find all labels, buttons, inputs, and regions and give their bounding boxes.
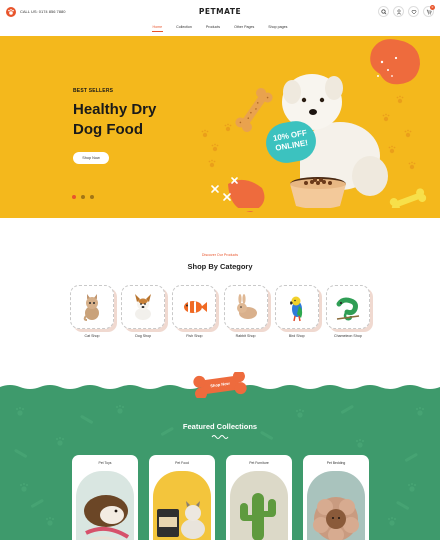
hero-title: Healthy Dry Dog Food (73, 100, 156, 140)
main-nav: Home Collection Products Other Pages Sho… (0, 25, 440, 32)
heart-icon[interactable] (408, 6, 419, 17)
category-dog[interactable]: Dog Shop (121, 285, 166, 338)
collection-cards: Pet Toys Pet Food Pet Furniture Pet Bedd… (72, 455, 369, 540)
pet-bedding-image (307, 471, 365, 540)
slider-dot[interactable] (90, 195, 94, 199)
rabbit-icon (236, 294, 257, 319)
cart-count-badge: 0 (430, 5, 435, 10)
collection-card-label: Pet Toys (98, 461, 112, 465)
site-header: CALL US: 0174 856 7880 PETMATE Home Coll… (0, 0, 440, 36)
brand-logo[interactable]: PETMATE (0, 7, 440, 16)
dog-icon (135, 294, 152, 320)
category-fish[interactable]: Fish Shop (172, 285, 217, 338)
category-rabbit-card[interactable] (223, 285, 268, 329)
category-rabbit[interactable]: Rabbit Shop (223, 285, 268, 338)
collection-card[interactable]: Pet Bedding (303, 455, 369, 540)
food-bowl (290, 177, 346, 209)
bird-icon (289, 296, 302, 322)
pet-toys-image (76, 471, 134, 540)
chameleon-icon (336, 297, 360, 321)
slider-dot[interactable] (72, 195, 76, 199)
category-cat[interactable]: Cat Shop (70, 285, 114, 338)
category-label: Dog Shop (135, 334, 152, 338)
category-chameleon-card[interactable] (325, 285, 370, 329)
category-bird-card[interactable] (274, 285, 319, 329)
collection-card[interactable]: Pet Toys (72, 455, 138, 540)
category-title: Shop By Category (187, 262, 253, 271)
category-label: Chameleon Shop (334, 334, 362, 338)
nav-collection[interactable]: Collection (176, 25, 192, 29)
title-squiggle-icon (211, 435, 229, 439)
cart-icon[interactable]: 0 (423, 5, 435, 17)
collection-card[interactable]: Pet Food (149, 455, 215, 540)
category-cat-card[interactable] (70, 285, 114, 329)
search-icon[interactable] (378, 6, 389, 17)
collection-card-label: Pet Bedding (326, 461, 346, 465)
pet-furniture-image (230, 471, 288, 540)
category-label: Cat Shop (84, 334, 100, 338)
shop-now-button[interactable]: Shop Now (73, 152, 109, 164)
category-fish-card[interactable] (172, 285, 217, 329)
category-label: Fish Shop (186, 334, 203, 338)
cat-icon (83, 294, 99, 321)
collection-card-label: Pet Furniture (249, 461, 269, 465)
hero-title-line2: Dog Food (73, 121, 143, 138)
hero-banner: BEST SELLERS Healthy Dry Dog Food Shop N… (0, 36, 440, 218)
collection-card[interactable]: Pet Furniture (226, 455, 292, 540)
fish-icon (184, 301, 208, 313)
nav-products[interactable]: Products (206, 25, 220, 29)
hero-wave-divider (0, 208, 440, 217)
collection-card-label: Pet Food (175, 461, 189, 465)
user-icon[interactable] (393, 6, 404, 17)
category-bird[interactable]: Bird Shop (274, 285, 319, 338)
hero-title-line1: Healthy Dry (73, 101, 157, 118)
hero-artwork (201, 39, 427, 212)
header-actions: 0 (378, 5, 435, 17)
category-label: Rabbit Shop (235, 334, 256, 338)
hero-eyebrow: BEST SELLERS (73, 88, 114, 94)
category-list: Cat Shop Dog Shop Fish Shop Rabbit Shop … (70, 285, 370, 338)
slider-dots (72, 195, 94, 199)
orange-blob-shape (370, 39, 420, 85)
nav-other-pages[interactable]: Other Pages (234, 25, 254, 29)
nav-shop-pages[interactable]: Shop pages (268, 25, 287, 29)
category-dog-card[interactable] (121, 285, 166, 329)
slider-dot[interactable] (81, 195, 85, 199)
category-chameleon[interactable]: Chameleon Shop (325, 285, 370, 338)
bone-treat (235, 87, 273, 133)
pet-food-image (153, 471, 211, 540)
nav-home[interactable]: Home (151, 25, 163, 32)
category-label: Bird Shop (288, 334, 305, 338)
category-eyebrow: Discover Our Products (201, 253, 239, 257)
featured-title: Featured Collections (182, 422, 258, 431)
